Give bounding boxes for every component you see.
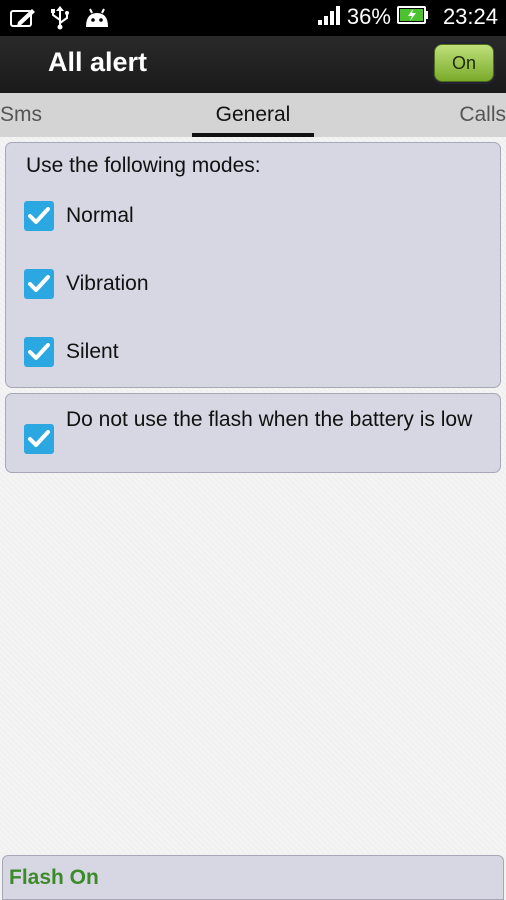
app-title: All alert (48, 47, 148, 77)
mode-normal-label: Normal (66, 204, 134, 227)
checkmark-icon (28, 430, 50, 447)
clock: 23:24 (442, 4, 498, 29)
flash-status-text: Flash On (9, 866, 99, 889)
action-bar: All alert On (0, 36, 506, 93)
battery-charging-icon (396, 5, 429, 29)
mode-vibration-label: Vibration (66, 272, 149, 295)
android-icon (84, 7, 110, 33)
mode-normal-row[interactable]: Normal (24, 201, 134, 231)
mode-silent-checkbox[interactable] (24, 337, 54, 367)
mode-normal-checkbox[interactable] (24, 201, 54, 231)
on-toggle-button[interactable]: On (434, 44, 494, 82)
battery-option-checkbox[interactable] (24, 424, 54, 454)
checkmark-icon (28, 207, 50, 224)
battery-option-card[interactable]: Do not use the flash when the battery is… (5, 393, 501, 473)
edit-icon (10, 7, 36, 33)
signal-icon (317, 4, 341, 30)
tab-bar: Sms General Calls (0, 93, 506, 137)
tab-sms[interactable]: Sms (0, 103, 42, 127)
battery-option-label: Do not use the flash when the battery is… (66, 408, 473, 431)
mode-vibration-checkbox[interactable] (24, 269, 54, 299)
modes-card: Use the following modes: Normal Vibratio… (5, 142, 501, 388)
battery-percent: 36% (346, 4, 391, 29)
battery-option-row[interactable] (24, 424, 54, 454)
modes-heading: Use the following modes: (26, 154, 261, 177)
tab-calls[interactable]: Calls (459, 103, 506, 127)
mode-vibration-row[interactable]: Vibration (24, 269, 149, 299)
checkmark-icon (28, 275, 50, 292)
flash-status-bar: Flash On (2, 855, 504, 900)
mode-silent-row[interactable]: Silent (24, 337, 119, 367)
status-bar: 36% 23:24 (0, 0, 506, 36)
checkmark-icon (28, 343, 50, 360)
usb-icon (50, 6, 70, 34)
settings-content: Use the following modes: Normal Vibratio… (0, 137, 506, 853)
tab-general[interactable]: General (192, 103, 314, 127)
mode-silent-label: Silent (66, 340, 119, 363)
